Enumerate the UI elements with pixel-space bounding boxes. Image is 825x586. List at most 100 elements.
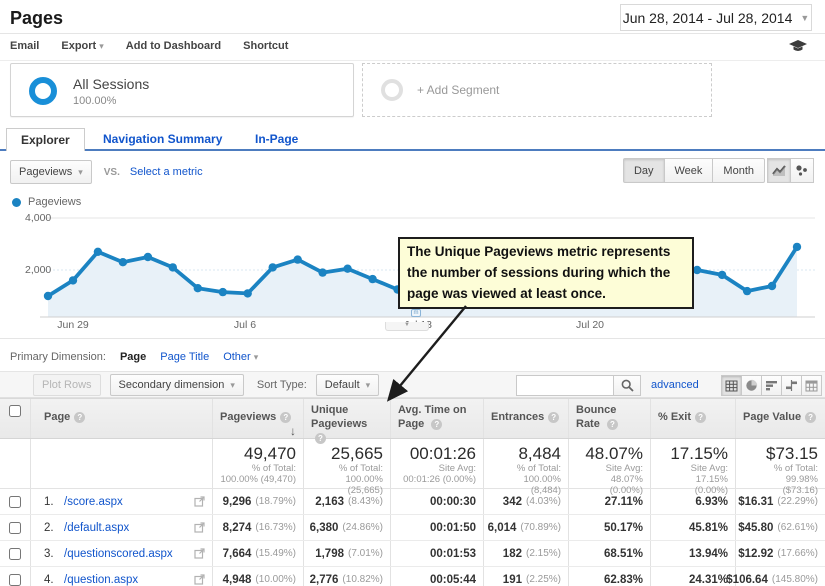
chart-point[interactable] — [343, 264, 352, 273]
add-segment-label: + Add Segment — [417, 83, 500, 97]
open-in-new-window-icon[interactable] — [194, 574, 205, 585]
date-range-selector[interactable]: Jun 28, 2014 - Jul 28, 2014 ▼ — [620, 4, 812, 31]
help-icon[interactable]: ? — [74, 412, 86, 423]
education-cap-icon[interactable] — [789, 40, 807, 53]
chart-point[interactable] — [218, 287, 227, 297]
table-row: 1. /score.aspx 9,296 (18.79%) 2,163 (8.43%… — [0, 489, 825, 515]
percentage-view-button[interactable] — [741, 375, 762, 396]
advanced-search-link[interactable]: advanced — [651, 379, 699, 391]
metric-dropdown[interactable]: Pageviews ▾ — [10, 160, 92, 184]
dimension-page[interactable]: Page — [120, 351, 146, 363]
sort-desc-icon[interactable]: ↓ — [290, 424, 296, 438]
chart-point[interactable] — [368, 274, 377, 284]
tutorial-callout: The Unique Pageviews metric represents t… — [398, 237, 694, 309]
page-link[interactable]: /question.aspx — [64, 574, 138, 586]
chart-point[interactable] — [792, 242, 802, 252]
open-in-new-window-icon[interactable] — [194, 522, 205, 533]
column-header-bounce-rate[interactable]: Bounce Rate ? — [568, 399, 650, 438]
add-segment-button[interactable]: + Add Segment — [362, 63, 712, 117]
y-axis-tick: 2,000 — [25, 264, 52, 276]
row-checkbox[interactable] — [9, 521, 21, 534]
help-icon[interactable]: ? — [431, 419, 443, 430]
primary-dimension-row: Primary Dimension: Page Page Title Other… — [10, 351, 258, 363]
granularity-week-button[interactable]: Week — [663, 158, 714, 183]
chart-point[interactable] — [43, 291, 53, 301]
chart-point[interactable] — [193, 284, 202, 293]
chart-point[interactable] — [168, 263, 177, 272]
tab-navigation-summary[interactable]: Navigation Summary — [103, 132, 222, 146]
open-in-new-window-icon[interactable] — [194, 496, 205, 507]
totals-page-value: $73.15 % of Total: 99.98% ($73.16) — [735, 439, 825, 496]
motion-chart-button[interactable] — [790, 158, 814, 183]
sort-type-label: Sort Type: — [256, 379, 307, 391]
email-button[interactable]: Email — [10, 40, 39, 52]
annotation-flag-icon[interactable]: m — [411, 309, 421, 317]
annotations-collapse-tab[interactable]: ▼ — [385, 322, 429, 331]
export-button[interactable]: Export ▾ — [61, 40, 103, 52]
page-link[interactable]: /default.aspx — [64, 522, 129, 534]
chart-point[interactable] — [68, 276, 78, 285]
table-search-input[interactable] — [516, 375, 613, 396]
row-index: 1. — [44, 495, 54, 508]
table-view-switcher — [721, 375, 822, 396]
pivot-view-button[interactable] — [801, 375, 822, 396]
chart-point[interactable] — [742, 286, 752, 296]
row-checkbox[interactable] — [9, 573, 21, 586]
chart-point[interactable] — [767, 281, 777, 291]
shortcut-button[interactable]: Shortcut — [243, 40, 288, 52]
help-icon[interactable]: ? — [548, 412, 560, 423]
totals-pageviews: 49,470 % of Total: 100.00% (49,470) — [212, 439, 303, 488]
line-chart-button[interactable] — [767, 158, 791, 183]
row-checkbox[interactable] — [9, 547, 21, 560]
column-header-unique-pageviews[interactable]: Unique Pageviews ? — [303, 399, 390, 444]
dimension-page-title[interactable]: Page Title — [160, 351, 209, 363]
chart-section-divider — [0, 338, 825, 339]
secondary-dimension-dropdown[interactable]: Secondary dimension ▾ — [109, 374, 244, 396]
sort-type-dropdown[interactable]: Default ▾ — [315, 374, 380, 396]
column-header-entrances[interactable]: Entrances? — [483, 399, 568, 438]
help-icon[interactable]: ? — [280, 412, 292, 423]
open-in-new-window-icon[interactable] — [194, 548, 205, 559]
chart-point[interactable] — [118, 258, 128, 267]
tab-in-page[interactable]: In-Page — [255, 132, 298, 146]
column-header-pageviews[interactable]: Pageviews? ↓ — [212, 399, 303, 438]
row-index: 3. — [44, 547, 54, 560]
chart-point[interactable] — [268, 263, 277, 272]
select-all-checkbox[interactable] — [9, 405, 21, 417]
dimension-other-dropdown[interactable]: Other ▾ — [223, 351, 258, 363]
comparison-view-button[interactable] — [781, 375, 802, 396]
table-row: 2. /default.aspx 8,274 (16.73%) 6,380 (24.… — [0, 515, 825, 541]
search-button[interactable] — [613, 375, 641, 396]
chart-point[interactable] — [243, 289, 252, 298]
tab-explorer[interactable]: Explorer — [6, 128, 85, 151]
help-icon[interactable]: ? — [695, 412, 707, 423]
chart-point[interactable] — [717, 270, 727, 280]
chart-point[interactable] — [692, 265, 702, 275]
table-row: 3. /questionscored.aspx 7,664 (15.49%) 1,… — [0, 541, 825, 567]
page-link[interactable]: /score.aspx — [64, 496, 123, 508]
page-link[interactable]: /questionscored.aspx — [64, 548, 173, 560]
help-icon[interactable]: ? — [606, 419, 618, 430]
granularity-day-button[interactable]: Day — [622, 158, 665, 183]
row-checkbox[interactable] — [9, 495, 21, 508]
column-header-page[interactable]: Page? — [30, 399, 212, 438]
chart-point[interactable] — [318, 268, 327, 277]
column-header-exit[interactable]: % Exit? — [650, 399, 735, 438]
series-dot-icon — [12, 197, 21, 207]
segment-all-sessions[interactable]: All Sessions 100.00% — [10, 63, 354, 117]
column-header-page-value[interactable]: Page Value? — [735, 399, 825, 438]
add-to-dashboard-button[interactable]: Add to Dashboard — [126, 40, 221, 52]
primary-dimension-label: Primary Dimension: — [10, 351, 106, 363]
performance-view-button[interactable] — [761, 375, 782, 396]
chart-point[interactable] — [93, 247, 103, 256]
header-divider — [0, 33, 825, 34]
select-a-metric-link[interactable]: Select a metric — [130, 166, 203, 178]
column-header-avg-time[interactable]: Avg. Time on Page ? — [390, 399, 483, 438]
date-range-text: Jun 28, 2014 - Jul 28, 2014 — [622, 9, 793, 26]
data-view-button[interactable] — [721, 375, 742, 396]
table-control-bar: Plot Rows Secondary dimension ▾ Sort Type… — [0, 371, 825, 398]
chart-point[interactable] — [143, 252, 153, 262]
granularity-month-button[interactable]: Month — [712, 158, 765, 183]
chart-point[interactable] — [293, 255, 302, 264]
help-icon[interactable]: ? — [805, 412, 817, 423]
